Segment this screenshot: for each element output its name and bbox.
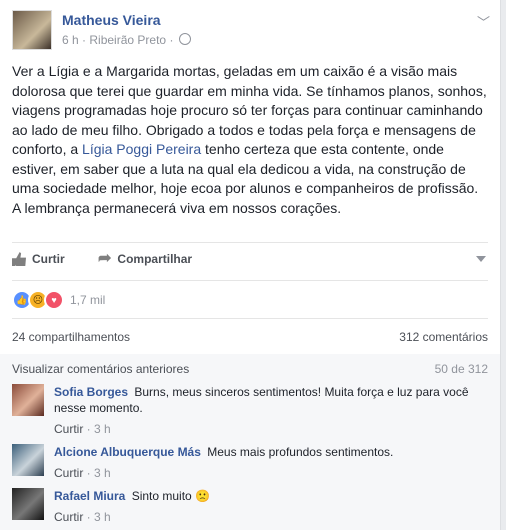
share-label: Compartilhar	[117, 252, 193, 266]
post-text: Ver a Lígia e a Margarida mortas, gelada…	[12, 62, 488, 218]
comments-section: Visualizar comentários anteriores 50 de …	[0, 354, 500, 530]
post-location[interactable]: Ribeirão Preto	[89, 33, 166, 47]
comments-pagination: 50 de 312	[434, 362, 488, 376]
divider	[12, 280, 488, 281]
meta-separator: ·	[82, 33, 87, 47]
commenter-name[interactable]: Rafael Miura	[54, 489, 125, 503]
love-reaction-icon: ♥	[44, 290, 64, 310]
comment-like-link[interactable]: Curtir	[54, 422, 83, 436]
post-header: Matheus Vieira 6 h · Ribeirão Preto · ﹀	[12, 10, 492, 52]
like-label: Curtir	[32, 252, 65, 266]
comment-time[interactable]: 3 h	[94, 422, 111, 436]
mention-link[interactable]: Lígia Poggi Pereira	[82, 141, 201, 157]
view-previous-comments[interactable]: Visualizar comentários anteriores	[12, 362, 189, 376]
commenter-avatar[interactable]	[12, 488, 44, 520]
post-meta: 6 h · Ribeirão Preto ·	[62, 33, 191, 47]
post-card: Matheus Vieira 6 h · Ribeirão Preto · ﹀ …	[0, 0, 501, 530]
comment-actions: Curtir · 3 h	[54, 466, 111, 480]
like-button[interactable]: Curtir	[12, 252, 65, 266]
thumbs-up-icon	[12, 252, 26, 266]
comment-actions: Curtir · 3 h	[54, 510, 111, 524]
comments-count[interactable]: 312 comentários	[399, 330, 488, 344]
shares-count[interactable]: 24 compartilhamentos	[12, 330, 130, 344]
comment-body: Rafael Miura Sinto muito 🙁	[54, 488, 484, 504]
comment-time[interactable]: 3 h	[94, 510, 111, 524]
post-actions: Curtir ➦ Compartilhar	[12, 250, 488, 272]
comment-body: Alcione Albuquerque Más Meus mais profun…	[54, 444, 484, 460]
author-name[interactable]: Matheus Vieira	[62, 12, 161, 28]
divider	[12, 318, 488, 319]
meta-separator-2: ·	[169, 33, 174, 47]
comment-like-link[interactable]: Curtir	[54, 510, 83, 524]
comment-actions: Curtir · 3 h	[54, 422, 111, 436]
comment-body: Sofia Borges Burns, meus sinceros sentim…	[54, 384, 484, 416]
audience-dropdown-icon[interactable]	[476, 256, 486, 262]
comment-like-link[interactable]: Curtir	[54, 466, 83, 480]
commenter-name[interactable]: Alcione Albuquerque Más	[54, 445, 201, 459]
share-arrow-icon: ➦	[98, 250, 112, 267]
commenter-avatar[interactable]	[12, 384, 44, 416]
post-time[interactable]: 6 h	[62, 33, 79, 47]
author-avatar[interactable]	[12, 10, 52, 50]
share-button[interactable]: ➦ Compartilhar	[98, 250, 193, 267]
chevron-down-icon[interactable]: ﹀	[477, 12, 490, 31]
globe-icon[interactable]	[178, 33, 191, 45]
reaction-count[interactable]: 1,7 mil	[70, 293, 105, 307]
divider	[12, 242, 488, 243]
comment-text: Sinto muito 🙁	[131, 489, 211, 503]
commenter-avatar[interactable]	[12, 444, 44, 476]
comment-time[interactable]: 3 h	[94, 466, 111, 480]
comment-text: Meus mais profundos sentimentos.	[207, 445, 394, 459]
reactions-summary[interactable]: 👍 ☹ ♥ 1,7 mil	[12, 290, 105, 310]
commenter-name[interactable]: Sofia Borges	[54, 385, 128, 399]
